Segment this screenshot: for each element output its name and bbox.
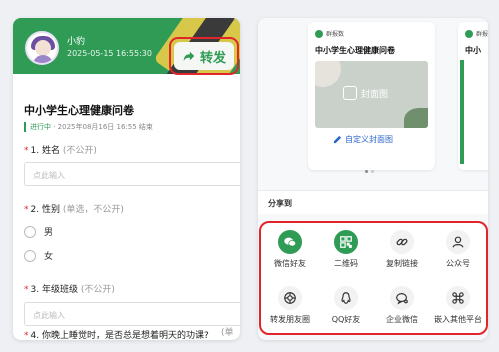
- cover-image: 封面图: [315, 61, 428, 128]
- gender-option-male[interactable]: 男: [24, 225, 53, 238]
- carousel-dots[interactable]: [365, 170, 374, 173]
- share-official-account[interactable]: 公众号: [430, 230, 486, 269]
- publisher-name: 小豹: [67, 37, 86, 47]
- image-icon: [343, 86, 357, 100]
- forward-arrow-icon: [183, 51, 195, 62]
- question-4: * 4. 你晚上睡觉时，是否总是想着明天的功课?: [24, 331, 209, 340]
- class-input[interactable]: 点此输入: [24, 302, 240, 326]
- share-title: 分享到: [258, 190, 488, 214]
- question-3: * 3. 年级班级 (不公开): [24, 285, 115, 295]
- share-wecom[interactable]: 企业微信: [374, 286, 430, 325]
- share-copy-link[interactable]: 复制链接: [374, 230, 430, 269]
- qrcode-icon: [334, 230, 358, 254]
- radio-icon: [24, 225, 36, 238]
- qq-icon: [334, 286, 358, 310]
- link-icon: [390, 230, 414, 254]
- app-logo-icon: [465, 29, 473, 38]
- custom-cover-link[interactable]: 自定义封面图: [333, 134, 393, 145]
- forward-highlight: 转发: [169, 37, 239, 75]
- share-wechat-friend[interactable]: 微信好友: [262, 230, 318, 269]
- share-moments[interactable]: 转发朋友圈: [262, 286, 318, 325]
- user-icon: [446, 230, 470, 254]
- avatar: [25, 31, 59, 65]
- question-2: * 2. 性别 (单选，不公开): [24, 205, 124, 215]
- share-panel: 群报数 中小学生心理健康问卷 封面图 自定义封面图 群报 中小 分享到 微信好友…: [258, 18, 488, 340]
- app-name: 群报数: [326, 31, 345, 38]
- share-qq-friend[interactable]: QQ好友: [318, 286, 374, 325]
- wecom-icon: [390, 286, 414, 310]
- radio-icon: [24, 249, 36, 262]
- form-title: 中小学生心理健康问卷: [24, 104, 134, 117]
- gender-option-female[interactable]: 女: [24, 249, 53, 262]
- command-icon: [446, 286, 470, 310]
- forward-button[interactable]: 转发: [174, 42, 234, 70]
- card-title: 中小学生心理健康问卷: [315, 46, 395, 55]
- publish-time: 2025-05-15 16:55:30: [67, 49, 152, 58]
- status-deadline: · 2025年08月16日 16:55 结束: [51, 123, 153, 131]
- status-line: 进行中 · 2025年08月16日 16:55 结束: [24, 122, 153, 132]
- share-options-box: 微信好友 二维码 复制链接 公众号 转发朋友圈 QQ好友 企业微信 嵌入其他平台: [259, 221, 488, 335]
- share-qrcode[interactable]: 二维码: [318, 230, 374, 269]
- cover-label: 封面图: [361, 89, 389, 100]
- status-state: 进行中: [30, 123, 51, 131]
- name-input[interactable]: 点此输入: [24, 162, 240, 186]
- moments-icon: [278, 286, 302, 310]
- share-preview-card[interactable]: 群报数 中小学生心理健康问卷 封面图 自定义封面图: [308, 22, 435, 170]
- app-logo-icon: [315, 29, 323, 38]
- share-preview-card-2[interactable]: 群报 中小: [458, 22, 488, 170]
- edit-icon: [333, 135, 342, 144]
- question-4-note: (单: [221, 328, 234, 338]
- share-embed-platform[interactable]: 嵌入其他平台: [430, 286, 486, 325]
- question-1: * 1. 姓名 (不公开): [24, 146, 97, 156]
- wechat-icon: [278, 230, 302, 254]
- forward-label: 转发: [199, 50, 226, 66]
